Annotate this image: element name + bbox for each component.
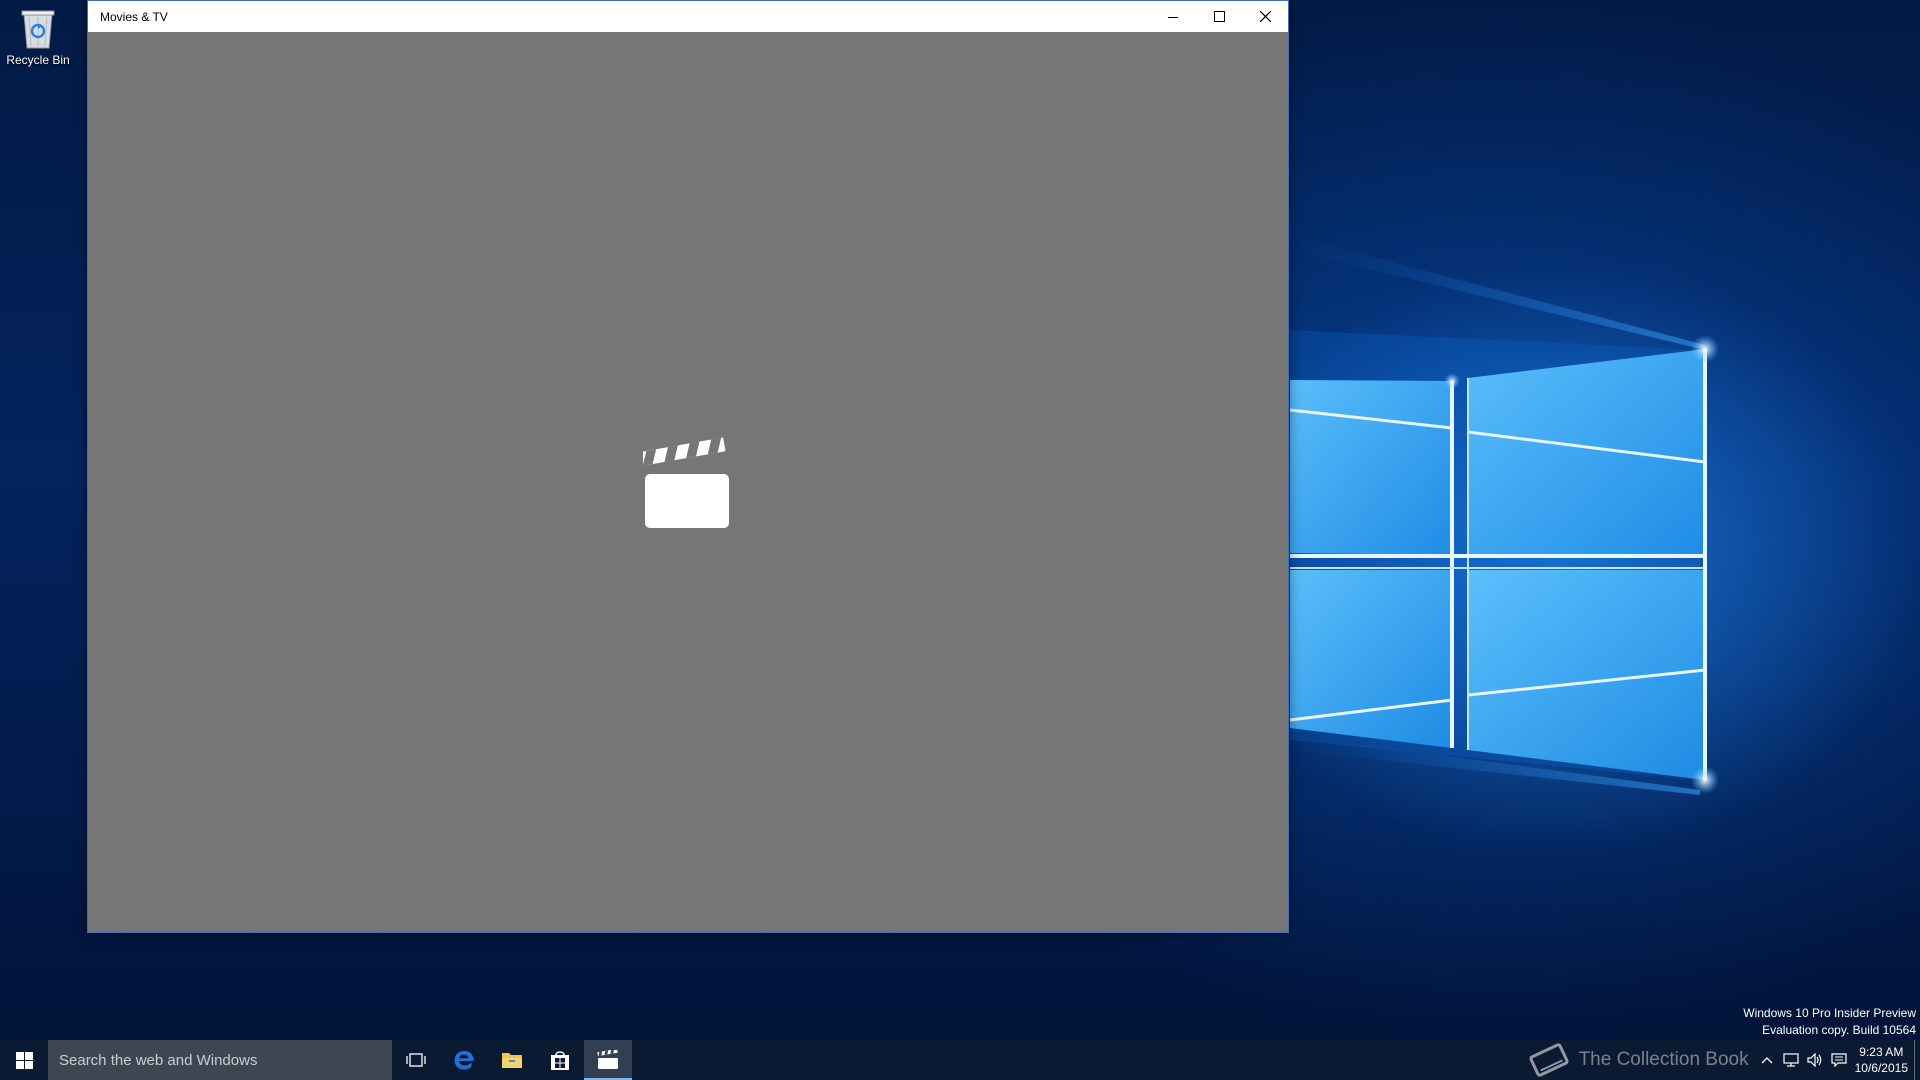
collection-book-watermark: The Collection Book: [1525, 1040, 1749, 1080]
taskbar-app-store[interactable]: [536, 1040, 584, 1080]
action-center-button[interactable]: [1827, 1040, 1851, 1080]
recycle-bin-icon: [21, 10, 55, 49]
taskbar: The Collection Book: [0, 1040, 1920, 1080]
show-hidden-icons-button[interactable]: [1755, 1040, 1779, 1080]
watermark-line-1: Windows 10 Pro Insider Preview: [1743, 1006, 1916, 1020]
minimize-icon: [1168, 16, 1178, 18]
watermark-line-2: Evaluation copy. Build 10564: [1762, 1023, 1916, 1037]
window-title: Movies & TV: [100, 9, 168, 24]
app-splash-content: [88, 32, 1288, 932]
action-center-icon: [1831, 1053, 1847, 1067]
desktop-icon-label: Recycle Bin: [6, 53, 70, 67]
volume-icon: [1807, 1053, 1821, 1067]
start-button[interactable]: [0, 1040, 48, 1080]
clock-date: 10/6/2015: [1854, 1061, 1908, 1075]
watermark-text: The Collection Book: [1578, 1049, 1749, 1070]
network-button[interactable]: [1779, 1040, 1803, 1080]
task-view-button[interactable]: [392, 1040, 440, 1080]
close-button[interactable]: [1242, 1, 1288, 32]
windows-build-watermark: Windows 10 Pro Insider Preview Evaluatio…: [1743, 1005, 1916, 1039]
task-view-icon: [406, 1053, 426, 1067]
taskbar-app-movies-tv[interactable]: [584, 1040, 632, 1080]
chevron-up-icon: [1761, 1057, 1773, 1064]
windows-start-icon: [15, 1051, 33, 1069]
movies-tv-window: Movies & TV: [87, 0, 1289, 933]
network-icon: [1783, 1053, 1799, 1067]
caption-buttons: [1150, 1, 1288, 32]
title-bar[interactable]: Movies & TV: [88, 1, 1288, 32]
store-icon: [551, 1051, 569, 1070]
clock-time: 9:23 AM: [1859, 1045, 1904, 1059]
search-input[interactable]: [59, 1051, 392, 1069]
minimize-button[interactable]: [1150, 1, 1196, 32]
taskbar-app-file-explorer[interactable]: [488, 1040, 536, 1080]
search-box[interactable]: [48, 1040, 392, 1080]
taskbar-app-edge[interactable]: [440, 1040, 488, 1080]
clapperboard-icon: [643, 437, 729, 528]
maximize-icon: [1213, 11, 1225, 22]
maximize-button[interactable]: [1196, 1, 1242, 32]
volume-button[interactable]: [1803, 1040, 1827, 1080]
movies-tv-icon: [597, 1050, 618, 1069]
desktop-icon-recycle-bin[interactable]: Recycle Bin: [4, 6, 72, 78]
file-explorer-icon: [502, 1053, 522, 1068]
taskbar-clock[interactable]: 9:23 AM 10/6/2015: [1855, 1044, 1908, 1076]
edge-icon: [454, 1051, 474, 1070]
book-icon: [1528, 1043, 1569, 1077]
show-desktop-button[interactable]: [1914, 1040, 1920, 1080]
system-tray: The Collection Book 9:23 AM 10/6/2015: [1525, 1040, 1920, 1080]
close-icon: [1259, 11, 1271, 22]
